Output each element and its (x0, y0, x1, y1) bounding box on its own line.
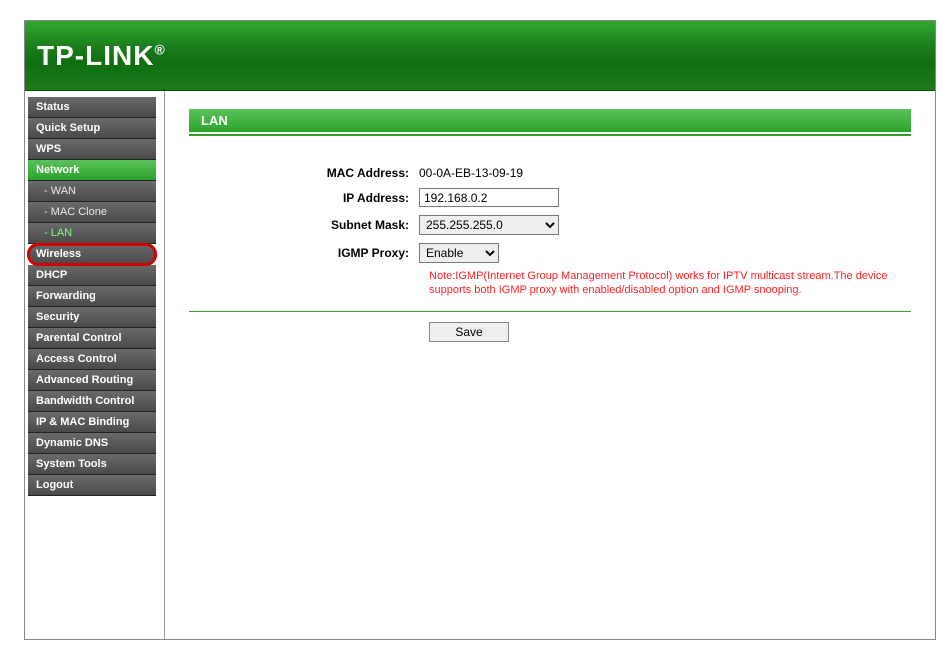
app-frame: TP-LINK® StatusQuick SetupWPSNetwork- WA… (24, 20, 936, 640)
sidebar-item-ip-mac-binding[interactable]: IP & MAC Binding (28, 412, 156, 433)
sidebar-item-security[interactable]: Security (28, 307, 156, 328)
input-ip[interactable] (419, 188, 559, 207)
sidebar-item-bandwidth-control[interactable]: Bandwidth Control (28, 391, 156, 412)
sidebar-item-network[interactable]: Network (28, 160, 156, 181)
sidebar: StatusQuick SetupWPSNetwork- WAN- MAC Cl… (25, 91, 165, 639)
brand-text: TP-LINK (37, 40, 154, 71)
label-igmp: IGMP Proxy: (189, 246, 419, 260)
sidebar-item-access-control[interactable]: Access Control (28, 349, 156, 370)
divider-bottom (189, 311, 911, 312)
brand-logo: TP-LINK® (37, 40, 166, 72)
title-bar: LAN (189, 109, 911, 132)
sidebar-item-status[interactable]: Status (28, 97, 156, 118)
label-subnet: Subnet Mask: (189, 218, 419, 232)
select-igmp[interactable]: Enable (419, 243, 499, 263)
row-ip: IP Address: (189, 186, 911, 209)
row-mac: MAC Address: 00-0A-EB-13-09-19 (189, 164, 911, 182)
select-subnet[interactable]: 255.255.255.0 (419, 215, 559, 235)
save-button[interactable]: Save (429, 322, 509, 342)
sidebar-item-logout[interactable]: Logout (28, 475, 156, 496)
label-ip: IP Address: (189, 191, 419, 205)
reg-mark: ® (154, 41, 165, 57)
sidebar-item-parental-control[interactable]: Parental Control (28, 328, 156, 349)
sidebar-item-advanced-routing[interactable]: Advanced Routing (28, 370, 156, 391)
sidebar-item-lan[interactable]: - LAN (28, 223, 156, 244)
value-mac: 00-0A-EB-13-09-19 (419, 166, 523, 180)
sidebar-item-system-tools[interactable]: System Tools (28, 454, 156, 475)
sidebar-item-forwarding[interactable]: Forwarding (28, 286, 156, 307)
sidebar-menu: StatusQuick SetupWPSNetwork- WAN- MAC Cl… (28, 97, 156, 496)
sidebar-item-dynamic-dns[interactable]: Dynamic DNS (28, 433, 156, 454)
sidebar-item-mac-clone[interactable]: - MAC Clone (28, 202, 156, 223)
sidebar-item-wps[interactable]: WPS (28, 139, 156, 160)
sidebar-item-dhcp[interactable]: DHCP (28, 265, 156, 286)
row-igmp: IGMP Proxy: Enable (189, 241, 911, 265)
sidebar-item-wireless[interactable]: Wireless (28, 244, 156, 265)
label-mac: MAC Address: (189, 166, 419, 180)
divider-top (189, 134, 911, 136)
sidebar-item-wan[interactable]: - WAN (28, 181, 156, 202)
page-title: LAN (189, 109, 911, 132)
row-subnet: Subnet Mask: 255.255.255.0 (189, 213, 911, 237)
main-area: StatusQuick SetupWPSNetwork- WAN- MAC Cl… (25, 91, 935, 639)
header: TP-LINK® (25, 21, 935, 91)
note-text: Note:IGMP(Internet Group Management Prot… (429, 269, 909, 297)
sidebar-item-quick-setup[interactable]: Quick Setup (28, 118, 156, 139)
content: LAN MAC Address: 00-0A-EB-13-09-19 IP Ad… (165, 91, 935, 639)
save-row: Save (429, 322, 911, 342)
